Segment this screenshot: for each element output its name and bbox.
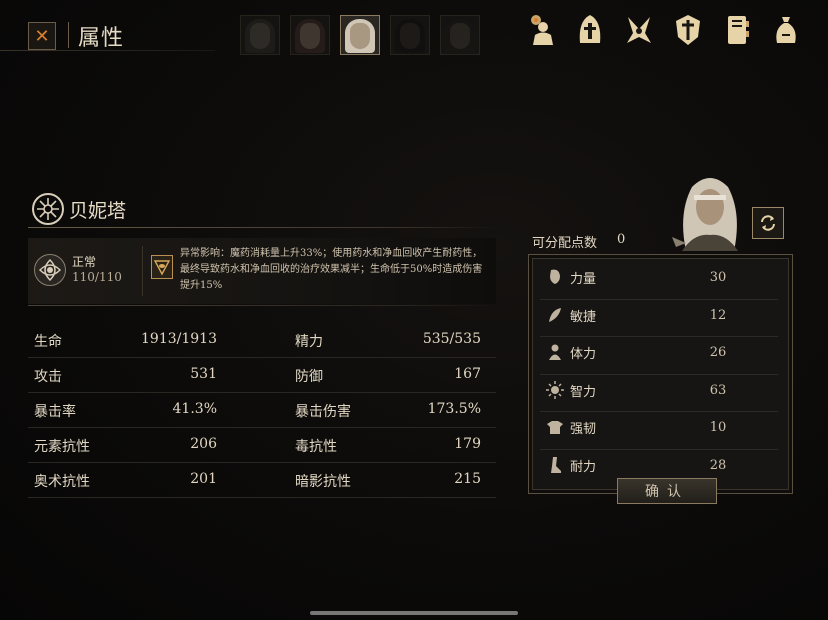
stat-label: 元素抗性 (34, 439, 90, 455)
attribute-value: 26 (709, 345, 727, 360)
stat-label: 暴击伤害 (295, 404, 351, 420)
attribute-row-toughness[interactable]: 强韧 10 (540, 412, 778, 450)
attribute-value: 63 (709, 382, 727, 398)
helmet-icon[interactable] (575, 12, 605, 48)
attribute-row-strength[interactable]: 力量 30 (540, 262, 778, 300)
portrait-5[interactable] (440, 15, 480, 55)
header-divider (0, 50, 215, 51)
stat-value: 41.3% (172, 401, 217, 417)
armor-icon (546, 418, 564, 436)
page-title: 属性 (78, 26, 125, 51)
reset-attributes-button[interactable] (752, 207, 784, 239)
menu-icons (526, 12, 801, 48)
stat-row: 暴击率 41.3% 暴击伤害 173.5% (28, 393, 496, 428)
confirm-button[interactable]: 确认 (617, 478, 717, 504)
attribute-label: 体力 (570, 347, 597, 362)
close-x-icon: ✕ (34, 25, 50, 47)
character-emblem-icon (32, 193, 64, 225)
stat-value: 173.5% (427, 401, 481, 417)
stat-label: 毒抗性 (295, 439, 337, 455)
home-indicator[interactable] (310, 611, 518, 615)
portrait-3[interactable] (340, 15, 380, 55)
stat-row: 生命 1913/1913 精力 535/535 (28, 323, 496, 358)
character-avatar (672, 173, 748, 251)
status-normal-icon (34, 254, 66, 286)
party-portraits (240, 15, 480, 55)
stat-value: 206 (190, 436, 217, 452)
skill-icon[interactable] (624, 12, 654, 48)
available-points-label: 可分配点数 (532, 236, 598, 251)
stats-table: 生命 1913/1913 精力 535/535 攻击 531 防御 167 暴击… (28, 323, 496, 498)
stat-row: 攻击 531 防御 167 (28, 358, 496, 393)
character-name: 贝妮塔 (69, 200, 127, 222)
effect-eye-icon[interactable] (151, 255, 173, 279)
stat-value: 1913/1913 (141, 331, 217, 347)
attribute-value: 30 (709, 270, 727, 285)
attributes-list: 力量 30 敏捷 12 体力 26 智力 63 强韧 10 耐力 28 (540, 262, 778, 486)
feather-icon (546, 306, 564, 324)
body-icon (546, 343, 564, 361)
stat-label: 精力 (295, 334, 323, 350)
bag-icon[interactable] (771, 12, 801, 48)
stat-value: 201 (190, 471, 217, 487)
portrait-4[interactable] (390, 15, 430, 55)
shield-icon[interactable] (673, 12, 703, 48)
attribute-label: 强韧 (570, 422, 597, 437)
journal-icon[interactable] (722, 12, 752, 48)
stat-row: 奥术抗性 201 暗影抗性 215 (28, 463, 496, 498)
stat-label: 暗影抗性 (295, 474, 351, 490)
attribute-label: 敏捷 (570, 309, 597, 325)
stat-value: 179 (454, 436, 481, 452)
refresh-icon (761, 215, 775, 231)
sun-icon (546, 380, 564, 399)
status-label: 正常 (72, 255, 97, 269)
portrait-2[interactable] (290, 15, 330, 55)
status-value: 110/110 (72, 270, 122, 284)
status-separator (142, 246, 143, 296)
attribute-value: 12 (709, 307, 727, 323)
status-effect-description: 异常影响：魔药消耗量上升33%；使用药水和净血回收产生耐药性，最终导致药水和净血… (180, 248, 483, 291)
character-icon[interactable] (526, 12, 556, 48)
available-points-value: 0 (617, 232, 626, 247)
status-divider (28, 305, 496, 306)
fist-icon (546, 268, 564, 286)
stat-row: 元素抗性 206 毒抗性 179 (28, 428, 496, 463)
stat-value: 215 (454, 471, 481, 487)
close-button[interactable]: ✕ (28, 22, 56, 50)
name-divider (28, 227, 496, 228)
portrait-1[interactable] (240, 15, 280, 55)
stat-label: 防御 (295, 369, 323, 385)
stat-label: 生命 (34, 334, 62, 350)
attribute-value: 10 (709, 420, 727, 435)
stat-value: 167 (454, 366, 481, 382)
attribute-row-intelligence[interactable]: 智力 63 (540, 375, 778, 412)
attribute-label: 耐力 (570, 459, 597, 475)
attribute-value: 28 (709, 457, 727, 473)
stat-label: 奥术抗性 (34, 474, 90, 490)
leg-icon (546, 456, 564, 474)
attribute-label: 力量 (570, 272, 597, 287)
stat-value: 535/535 (422, 331, 481, 347)
stat-label: 暴击率 (34, 404, 76, 420)
attribute-label: 智力 (570, 384, 597, 400)
title-separator (68, 22, 69, 48)
stat-label: 攻击 (34, 369, 62, 385)
stat-value: 531 (190, 366, 217, 382)
attribute-row-agility[interactable]: 敏捷 12 (540, 300, 778, 337)
attribute-row-vitality[interactable]: 体力 26 (540, 337, 778, 375)
